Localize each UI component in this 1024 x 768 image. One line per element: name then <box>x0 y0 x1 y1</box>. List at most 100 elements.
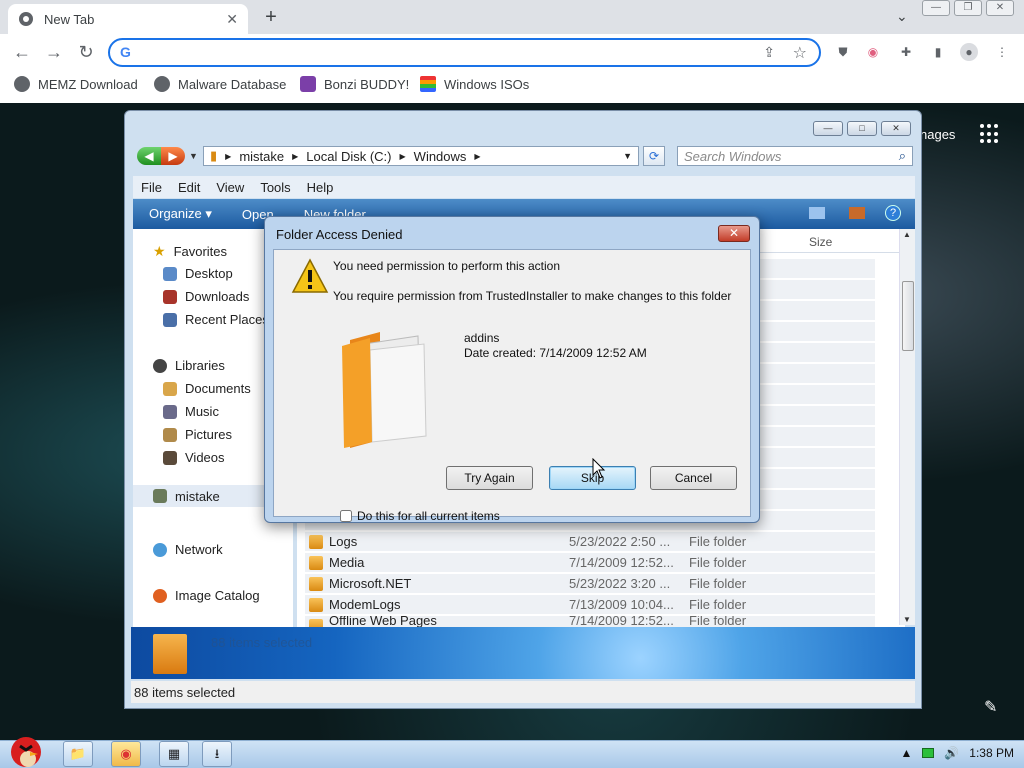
bookmark-windows-isos[interactable]: Windows ISOs <box>420 76 529 92</box>
breadcrumb-mistake[interactable]: mistake ▶ <box>239 149 298 164</box>
taskbar-explorer-button[interactable]: 📁 <box>63 741 93 767</box>
folder-stack-icon <box>153 634 187 674</box>
tab-close-icon[interactable]: ✕ <box>226 11 238 28</box>
do-for-all-checkbox[interactable]: Do this for all current items <box>340 509 500 523</box>
dialog-heading: You need permission to perform this acti… <box>333 259 561 273</box>
clock[interactable]: 1:38 PM <box>969 746 1014 760</box>
file-type: File folder <box>689 555 747 570</box>
bookmark-star-icon[interactable]: ☆ <box>793 43 807 63</box>
history-dropdown-icon[interactable]: ▼ <box>189 151 198 161</box>
side-panel-icon[interactable]: ▮ <box>929 43 947 61</box>
back-arrow-icon[interactable]: ← <box>10 42 34 64</box>
nav-desktop[interactable]: Desktop <box>163 266 233 281</box>
explorer-back-arrow-icon[interactable]: ◀ <box>137 147 161 165</box>
chrome-menu-icon[interactable]: ⋮ <box>993 43 1011 61</box>
address-dropdown-icon[interactable]: ▼ <box>623 151 632 161</box>
google-g-icon: G <box>120 44 131 60</box>
column-size-header[interactable]: Size <box>809 235 832 249</box>
scrollbar-thumb[interactable] <box>902 281 914 351</box>
extensions-puzzle-icon[interactable]: ✚ <box>897 43 915 61</box>
explorer-minimize-button[interactable]: — <box>813 121 843 136</box>
bookmark-memz[interactable]: MEMZ Download <box>14 76 138 92</box>
menu-tools[interactable]: Tools <box>260 180 290 195</box>
new-tab-button[interactable]: + <box>260 6 282 28</box>
file-type: File folder <box>689 597 747 612</box>
bonzi-icon <box>300 76 316 92</box>
nav-videos[interactable]: Videos <box>163 450 225 465</box>
dialog-item-date: Date created: 7/14/2009 12:52 AM <box>464 346 647 360</box>
menu-help[interactable]: Help <box>307 180 334 195</box>
share-icon[interactable]: ⇪ <box>763 44 775 61</box>
apps-grid-icon[interactable] <box>980 124 1000 144</box>
tab-new-tab[interactable]: New Tab ✕ <box>8 4 248 34</box>
nav-recent-places[interactable]: Recent Places <box>163 312 269 327</box>
breadcrumb-windows[interactable]: Windows ▶ <box>414 149 481 164</box>
battery-icon[interactable] <box>922 748 935 758</box>
nav-music[interactable]: Music <box>163 404 219 419</box>
folder-icon: 📁 <box>69 746 87 761</box>
nav-network[interactable]: Network <box>153 542 223 557</box>
explorer-forward-arrow-icon[interactable]: ▶ <box>161 147 185 165</box>
omnibox[interactable]: G ⇪ ☆ <box>108 38 821 67</box>
file-name: Microsoft.NET <box>329 576 412 591</box>
explorer-maximize-button[interactable]: □ <box>847 121 877 136</box>
explorer-menubar: File Edit View Tools Help <box>133 176 915 198</box>
address-input[interactable] <box>144 43 744 62</box>
restore-button[interactable]: ❐ <box>954 0 982 16</box>
menu-view[interactable]: View <box>216 180 244 195</box>
scroll-up-arrow-icon[interactable]: ▲ <box>903 230 911 239</box>
explorer-close-button[interactable]: ✕ <box>881 121 911 136</box>
volume-icon[interactable]: 🔊 <box>944 746 959 760</box>
nav-libraries[interactable]: Libraries <box>153 358 225 373</box>
forward-arrow-icon[interactable]: → <box>42 42 66 64</box>
customize-pencil-icon[interactable]: ✎ <box>984 697 997 717</box>
tab-search-chevron-icon[interactable]: ⌄ <box>896 8 908 25</box>
organize-button[interactable]: Organize ▾ <box>149 206 212 222</box>
extension-flag-icon[interactable]: ◉ <box>864 43 882 61</box>
taskbar-app-button[interactable]: ▦ <box>159 741 189 767</box>
nav-favorites[interactable]: ★ Favorites <box>153 243 227 260</box>
table-row[interactable]: Logs 5/23/2022 2:50 ... File folder <box>305 532 875 552</box>
scroll-down-arrow-icon[interactable]: ▼ <box>903 615 911 624</box>
profile-avatar-icon[interactable]: ● <box>960 43 978 61</box>
documents-icon <box>163 381 177 396</box>
star-icon: ★ <box>153 243 166 259</box>
images-link[interactable]: nages <box>920 127 955 142</box>
checkbox-input[interactable] <box>340 510 352 522</box>
nav-image-catalog[interactable]: Image Catalog <box>153 588 260 603</box>
nav-pictures[interactable]: Pictures <box>163 427 232 442</box>
search-icon[interactable]: ⌕ <box>899 148 906 164</box>
dialog-close-button[interactable]: ✕ <box>718 225 750 242</box>
explorer-search-box[interactable]: Search Windows ⌕ <box>677 146 913 166</box>
status-bar: 88 items selected <box>131 681 915 703</box>
table-row[interactable]: ModemLogs 7/13/2009 10:04... File folder <box>305 595 875 615</box>
tray-expand-icon[interactable]: ▲ <box>900 746 912 760</box>
file-date: 5/23/2022 3:20 ... <box>569 576 671 591</box>
nav-downloads[interactable]: Downloads <box>163 289 249 304</box>
file-list-scrollbar[interactable]: ▲ ▼ <box>899 229 915 625</box>
breadcrumb-local-disk[interactable]: Local Disk (C:) ▶ <box>306 149 405 164</box>
menu-file[interactable]: File <box>141 180 162 195</box>
table-row[interactable]: Microsoft.NET 5/23/2022 3:20 ... File fo… <box>305 574 875 594</box>
cancel-button[interactable]: Cancel <box>650 466 737 490</box>
start-button-angry-bird-icon[interactable] <box>2 732 46 768</box>
help-icon[interactable]: ? <box>885 205 901 221</box>
dialog-title: Folder Access Denied <box>276 227 403 242</box>
bookmark-bonzi[interactable]: Bonzi BUDDY! <box>300 76 409 92</box>
reload-icon[interactable]: ↻ <box>74 42 98 64</box>
preview-pane-icon[interactable] <box>849 207 865 219</box>
explorer-address-bar[interactable]: ▮ ▶ mistake ▶ Local Disk (C:) ▶ Windows ▶ ▼ <box>203 146 639 166</box>
table-row[interactable]: Media 7/14/2009 12:52... File folder <box>305 553 875 573</box>
nav-documents[interactable]: Documents <box>163 381 251 396</box>
view-options-icon[interactable] <box>809 207 825 219</box>
refresh-icon[interactable]: ⟳ <box>643 146 665 166</box>
ublock-extension-icon[interactable]: ⛊ <box>834 43 852 61</box>
menu-edit[interactable]: Edit <box>178 180 200 195</box>
taskbar-download-button[interactable]: ⭳ <box>202 741 232 767</box>
taskbar-chrome-button[interactable]: ◉ <box>111 741 141 767</box>
close-window-button[interactable]: ✕ <box>986 0 1014 16</box>
minimize-button[interactable]: — <box>922 0 950 16</box>
bookmark-malware-db[interactable]: Malware Database <box>154 76 286 92</box>
try-again-button[interactable]: Try Again <box>446 466 533 490</box>
globe-icon <box>154 76 170 92</box>
